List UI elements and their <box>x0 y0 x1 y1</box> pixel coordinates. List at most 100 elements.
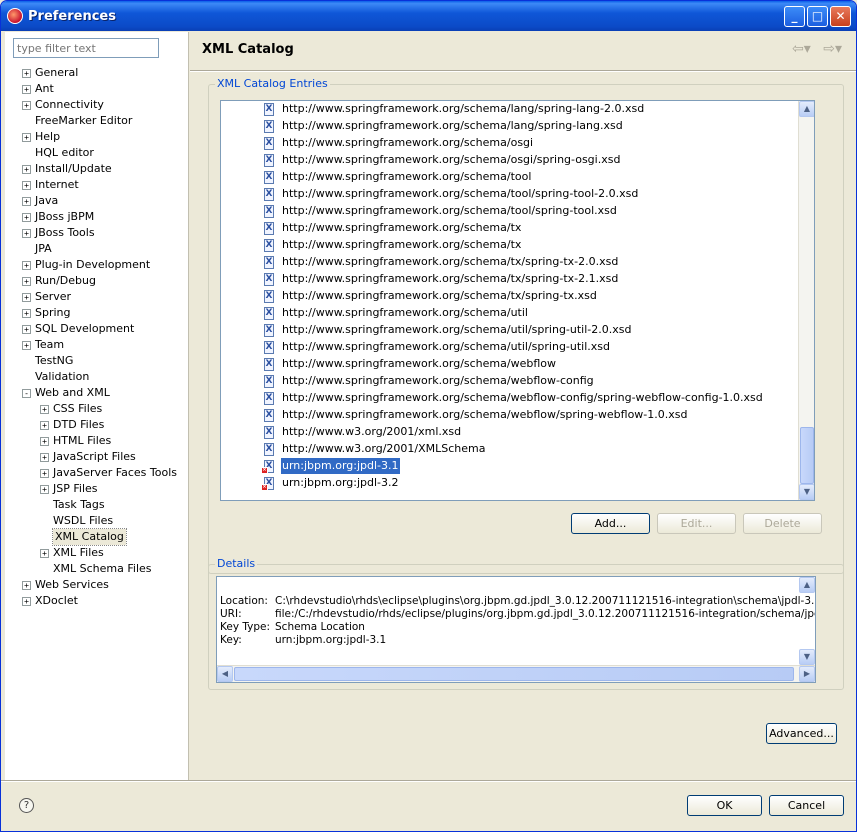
title-bar[interactable]: Preferences _ □ ✕ <box>1 1 856 31</box>
expand-icon[interactable]: + <box>22 277 31 286</box>
catalog-entry[interactable]: Xhttp://www.springframework.org/schema/t… <box>264 169 794 186</box>
tree-item[interactable]: + JavaServer Faces Tools <box>5 465 189 481</box>
add-button[interactable]: Add... <box>571 513 650 534</box>
expand-icon[interactable]: + <box>22 181 31 190</box>
expand-icon[interactable]: + <box>40 485 49 494</box>
expand-icon[interactable]: + <box>22 309 31 318</box>
ok-button[interactable]: OK <box>687 795 762 816</box>
catalog-entry[interactable]: Xhttp://www.springframework.org/schema/t… <box>264 186 794 203</box>
back-arrow-icon[interactable]: ⇦▾ <box>792 41 811 57</box>
expand-icon[interactable]: + <box>40 405 49 414</box>
scroll-down-button[interactable]: ▼ <box>799 484 814 500</box>
expand-icon[interactable]: + <box>22 229 31 238</box>
catalog-entry[interactable]: Xhttp://www.w3.org/2001/XMLSchema <box>264 441 794 458</box>
catalog-entry[interactable]: Xhttp://www.springframework.org/schema/w… <box>264 356 794 373</box>
expand-icon[interactable]: + <box>40 437 49 446</box>
catalog-entry[interactable]: Xhttp://www.springframework.org/schema/w… <box>264 407 794 424</box>
scroll-left-button[interactable]: ◀ <box>217 666 233 682</box>
tree-item[interactable]: Task Tags <box>5 497 189 513</box>
catalog-entry[interactable]: X × urn:jbpm.org:jpdl-3.1 <box>261 458 794 475</box>
tree-item[interactable]: + Plug-in Development <box>5 257 189 273</box>
tree-item[interactable]: + Spring <box>5 305 189 321</box>
minimize-button[interactable]: _ <box>784 6 805 27</box>
tree-item[interactable]: + HTML Files <box>5 433 189 449</box>
edit-button[interactable]: Edit... <box>657 513 736 534</box>
horizontal-scroll-thumb[interactable] <box>234 667 794 681</box>
tree-item[interactable]: XML Catalog <box>5 528 189 546</box>
collapse-icon[interactable]: - <box>22 389 31 398</box>
tree-item[interactable]: + Team <box>5 337 189 353</box>
expand-icon[interactable]: + <box>22 261 31 270</box>
tree-item[interactable]: - Web and XML <box>5 385 189 401</box>
horizontal-scrollbar[interactable]: ◀ ▶ <box>217 665 815 682</box>
catalog-entry[interactable]: Xhttp://www.springframework.org/schema/u… <box>264 339 794 356</box>
catalog-entry[interactable]: Xhttp://www.springframework.org/schema/w… <box>264 390 794 407</box>
cancel-button[interactable]: Cancel <box>769 795 844 816</box>
tree-item[interactable]: + JavaScript Files <box>5 449 189 465</box>
expand-icon[interactable]: + <box>22 133 31 142</box>
tree-item[interactable]: HQL editor <box>5 145 189 161</box>
scroll-right-button[interactable]: ▶ <box>799 666 815 682</box>
expand-icon[interactable]: + <box>22 597 31 606</box>
tree-item[interactable]: + Java <box>5 193 189 209</box>
expand-icon[interactable]: + <box>22 101 31 110</box>
catalog-entry[interactable]: Xhttp://www.springframework.org/schema/l… <box>264 101 794 118</box>
scroll-up-button[interactable]: ▲ <box>799 101 814 117</box>
expand-icon[interactable]: + <box>22 293 31 302</box>
catalog-entry[interactable]: Xhttp://www.springframework.org/schema/o… <box>264 152 794 169</box>
catalog-entry[interactable]: Xhttp://www.springframework.org/schema/l… <box>264 118 794 135</box>
tree-item[interactable]: + JBoss Tools <box>5 225 189 241</box>
vertical-scrollbar[interactable]: ▲ ▼ <box>798 101 814 500</box>
catalog-entry[interactable]: Xhttp://www.springframework.org/schema/t… <box>264 254 794 271</box>
forward-arrow-icon[interactable]: ⇨▾ <box>823 41 842 57</box>
catalog-entry[interactable]: Xhttp://www.w3.org/2001/xml.xsd <box>264 424 794 441</box>
details-text-area[interactable]: ▲ ▼ ◀ ▶ Location: C:\rhdevstudio\rhds\ecl… <box>216 576 816 683</box>
catalog-entry[interactable]: Xhttp://www.springframework.org/schema/o… <box>264 135 794 152</box>
tree-item[interactable]: + Server <box>5 289 189 305</box>
maximize-button[interactable]: □ <box>807 6 828 27</box>
tree-item[interactable]: WSDL Files <box>5 513 189 529</box>
tree-item[interactable]: JPA <box>5 241 189 257</box>
tree-item[interactable]: Validation <box>5 369 189 385</box>
tree-item[interactable]: + Internet <box>5 177 189 193</box>
tree-item[interactable]: + SQL Development <box>5 321 189 337</box>
expand-icon[interactable]: + <box>22 325 31 334</box>
catalog-entry[interactable]: Xhttp://www.springframework.org/schema/u… <box>264 305 794 322</box>
tree-item[interactable]: TestNG <box>5 353 189 369</box>
catalog-entry[interactable]: Xhttp://www.springframework.org/schema/w… <box>264 373 794 390</box>
advanced-button[interactable]: Advanced... <box>766 723 837 744</box>
expand-icon[interactable]: + <box>40 469 49 478</box>
catalog-entry[interactable]: Xhttp://www.springframework.org/schema/t… <box>264 203 794 220</box>
expand-icon[interactable]: + <box>22 85 31 94</box>
expand-icon[interactable]: + <box>22 69 31 78</box>
tree-item[interactable]: + Ant <box>5 81 189 97</box>
delete-button[interactable]: Delete <box>743 513 822 534</box>
expand-icon[interactable]: + <box>40 421 49 430</box>
expand-icon[interactable]: + <box>22 581 31 590</box>
tree-item[interactable]: + General <box>5 65 189 81</box>
tree-item[interactable]: + Connectivity <box>5 97 189 113</box>
tree-item[interactable]: + CSS Files <box>5 401 189 417</box>
expand-icon[interactable]: + <box>22 197 31 206</box>
tree-item[interactable]: FreeMarker Editor <box>5 113 189 129</box>
scroll-thumb[interactable] <box>800 427 814 484</box>
close-button[interactable]: ✕ <box>830 6 851 27</box>
tree-item[interactable]: + DTD Files <box>5 417 189 433</box>
tree-item[interactable]: + Web Services <box>5 577 189 593</box>
catalog-entry[interactable]: Xhttp://www.springframework.org/schema/t… <box>264 288 794 305</box>
expand-icon[interactable]: + <box>22 213 31 222</box>
catalog-entry[interactable]: Xhttp://www.springframework.org/schema/u… <box>264 322 794 339</box>
catalog-entry-list[interactable]: ▲ ▼ Xhttp://www.springframework.org/sche… <box>220 100 815 501</box>
expand-icon[interactable]: + <box>22 341 31 350</box>
catalog-entry[interactable]: Xhttp://www.springframework.org/schema/t… <box>264 237 794 254</box>
expand-icon[interactable]: + <box>40 549 49 558</box>
help-icon[interactable]: ? <box>19 798 34 813</box>
tree-item[interactable]: + Help <box>5 129 189 145</box>
catalog-entry[interactable]: Xhttp://www.springframework.org/schema/t… <box>264 271 794 288</box>
tree-item[interactable]: + XDoclet <box>5 593 189 609</box>
details-scroll-up-button[interactable]: ▲ <box>799 577 815 593</box>
tree-item[interactable]: + Run/Debug <box>5 273 189 289</box>
filter-input[interactable] <box>13 38 159 58</box>
tree-item[interactable]: XML Schema Files <box>5 561 189 577</box>
tree-item[interactable]: + Install/Update <box>5 161 189 177</box>
